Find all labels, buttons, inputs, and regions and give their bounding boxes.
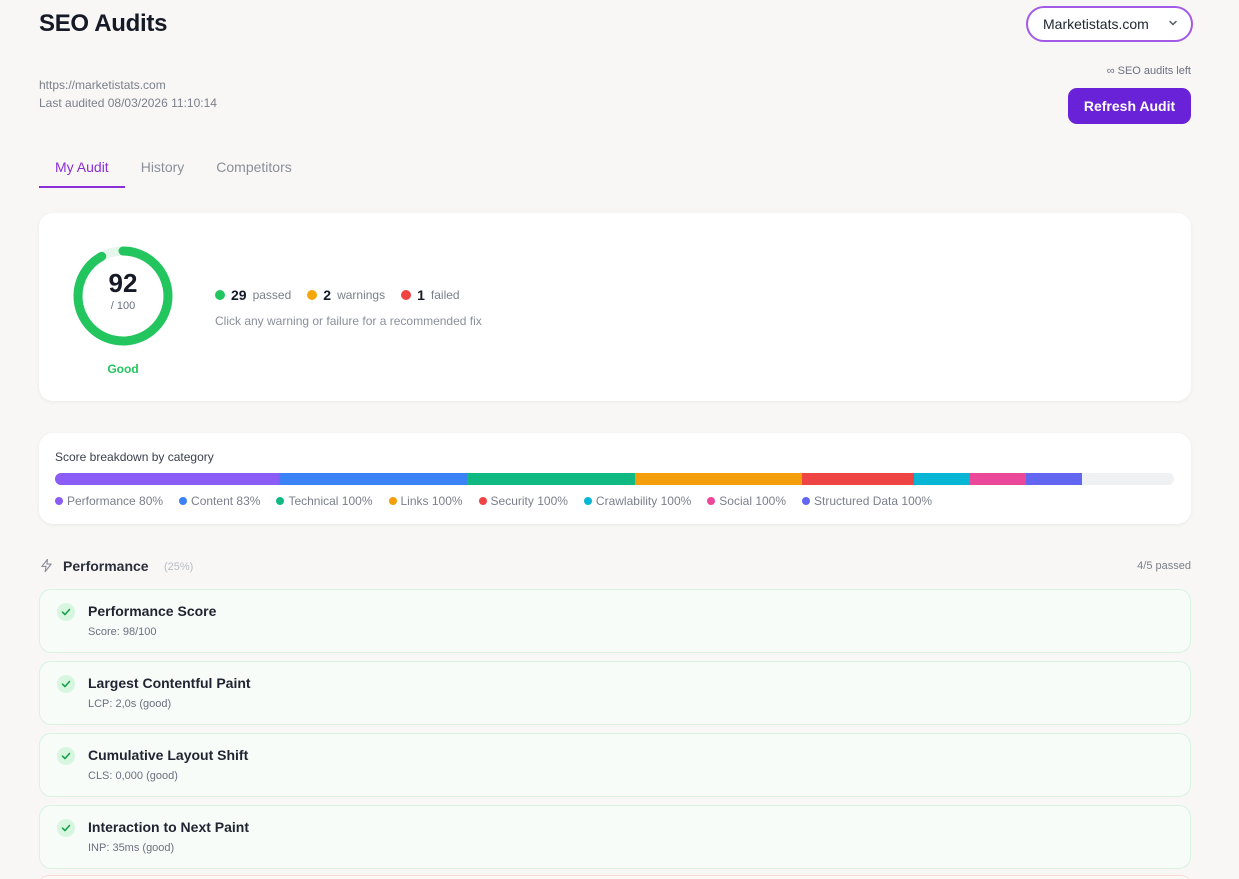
chevron-down-icon [1169, 20, 1177, 26]
legend-label: Social 100% [719, 494, 787, 508]
passed-dot [215, 290, 225, 300]
warnings-label: warnings [337, 288, 386, 302]
site-selector-label: Marketistats.com [1043, 16, 1149, 32]
audit-stats: 29 passed 2 warnings 1 failed [215, 287, 476, 303]
check-detail: CLS: 0,000 (good) [88, 770, 178, 782]
legend-label: Performance 80% [67, 494, 164, 508]
breakdown-title: Score breakdown by category [55, 450, 214, 464]
check-row[interactable]: Performance Score Score: 98/100 [39, 589, 1191, 653]
next-check-row-partial [39, 875, 1191, 879]
score-rating: Good [107, 362, 139, 376]
breakdown-segment [278, 473, 467, 485]
score-breakdown-card: Score breakdown by category Performance … [39, 433, 1191, 524]
check-icon [57, 819, 75, 837]
legend-item: Security 100% [478, 494, 568, 508]
warnings-dot [307, 290, 318, 300]
audits-left: ∞ SEO audits left [1107, 65, 1191, 77]
tab-competitors[interactable]: Competitors [200, 150, 307, 188]
check-title: Cumulative Layout Shift [88, 747, 249, 763]
breakdown-segment [55, 473, 279, 485]
breakdown-bar [55, 473, 1174, 485]
score-value: 92 [108, 268, 138, 298]
fix-hint: Click any warning or failure for a recom… [215, 314, 482, 328]
refresh-audit-button[interactable]: Refresh Audit [1068, 88, 1191, 124]
legend-label: Links 100% [400, 494, 463, 508]
warnings-count: 2 [323, 287, 332, 303]
tab-bar: My Audit History Competitors [39, 150, 308, 188]
breakdown-segment [466, 473, 635, 485]
section-pass-count: 4/5 passed [1137, 560, 1191, 572]
legend-dot [478, 497, 487, 505]
legend-label: Structured Data 100% [814, 494, 933, 508]
stat-passed: 29 passed [215, 287, 291, 303]
check-title: Performance Score [88, 603, 217, 619]
legend-item: Technical 100% [276, 494, 373, 508]
legend-item: Structured Data 100% [802, 494, 932, 508]
passed-label: passed [252, 288, 292, 302]
check-icon [57, 603, 75, 621]
legend-item: Content 83% [179, 494, 260, 508]
section-title: Performance [63, 558, 149, 574]
legend-item: Crawlability 100% [583, 494, 692, 508]
legend-dot [55, 497, 63, 505]
legend-dot [388, 497, 397, 505]
breakdown-segment [634, 473, 803, 485]
legend-dot [583, 497, 592, 505]
last-audited: Last audited 08/03/2026 11:10:14 [39, 96, 217, 110]
page-title: SEO Audits [39, 10, 168, 37]
check-row[interactable]: Interaction to Next Paint INP: 35ms (goo… [39, 805, 1191, 869]
breakdown-segment [1026, 473, 1083, 485]
legend-label: Crawlability 100% [595, 494, 692, 508]
check-icon [57, 675, 75, 693]
site-selector-dropdown[interactable]: Marketistats.com [1026, 6, 1193, 42]
check-detail: Score: 98/100 [88, 626, 157, 638]
check-detail: LCP: 2,0s (good) [88, 698, 172, 710]
legend-dot [276, 497, 285, 505]
check-row[interactable]: Largest Contentful Paint LCP: 2,0s (good… [39, 661, 1191, 725]
check-title: Largest Contentful Paint [88, 675, 251, 691]
passed-count: 29 [231, 287, 247, 303]
lightning-icon [41, 558, 52, 573]
score-denominator: / 100 [110, 300, 136, 312]
failed-dot [401, 290, 412, 300]
site-url: https://marketistats.com [39, 78, 166, 92]
legend-dot [179, 497, 188, 505]
failed-label: failed [430, 288, 460, 302]
check-row[interactable]: Cumulative Layout Shift CLS: 0,000 (good… [39, 733, 1191, 797]
legend-dot [802, 497, 811, 505]
breakdown-segment [914, 473, 971, 485]
legend-label: Content 83% [191, 494, 261, 508]
stat-failed: 1 failed [401, 287, 460, 303]
legend-label: Technical 100% [288, 494, 373, 508]
breakdown-segment [802, 473, 915, 485]
breakdown-segment [970, 473, 1027, 485]
legend-item: Social 100% [707, 494, 786, 508]
audits-left-label: ∞ SEO audits left [1106, 65, 1191, 77]
performance-section-header[interactable]: Performance (25%) 4/5 passed [39, 556, 1191, 576]
stat-warnings: 2 warnings [307, 287, 385, 303]
tab-history[interactable]: History [125, 150, 201, 188]
legend-label: Security 100% [490, 494, 568, 508]
check-title: Interaction to Next Paint [88, 819, 250, 835]
check-detail: INP: 35ms (good) [88, 842, 175, 854]
tab-my-audit[interactable]: My Audit [39, 150, 125, 188]
check-icon [57, 747, 75, 765]
legend-item: Links 100% [388, 494, 463, 508]
section-weight: (25%) [164, 561, 194, 573]
failed-count: 1 [417, 287, 425, 303]
score-card: 92 / 100 Good 29 passed 2 warnings 1 fai… [39, 213, 1191, 401]
legend-item: Performance 80% [55, 494, 163, 508]
legend-dot [707, 497, 716, 505]
breakdown-legend: Performance 80% Content 83% Technical 100%… [55, 494, 948, 508]
